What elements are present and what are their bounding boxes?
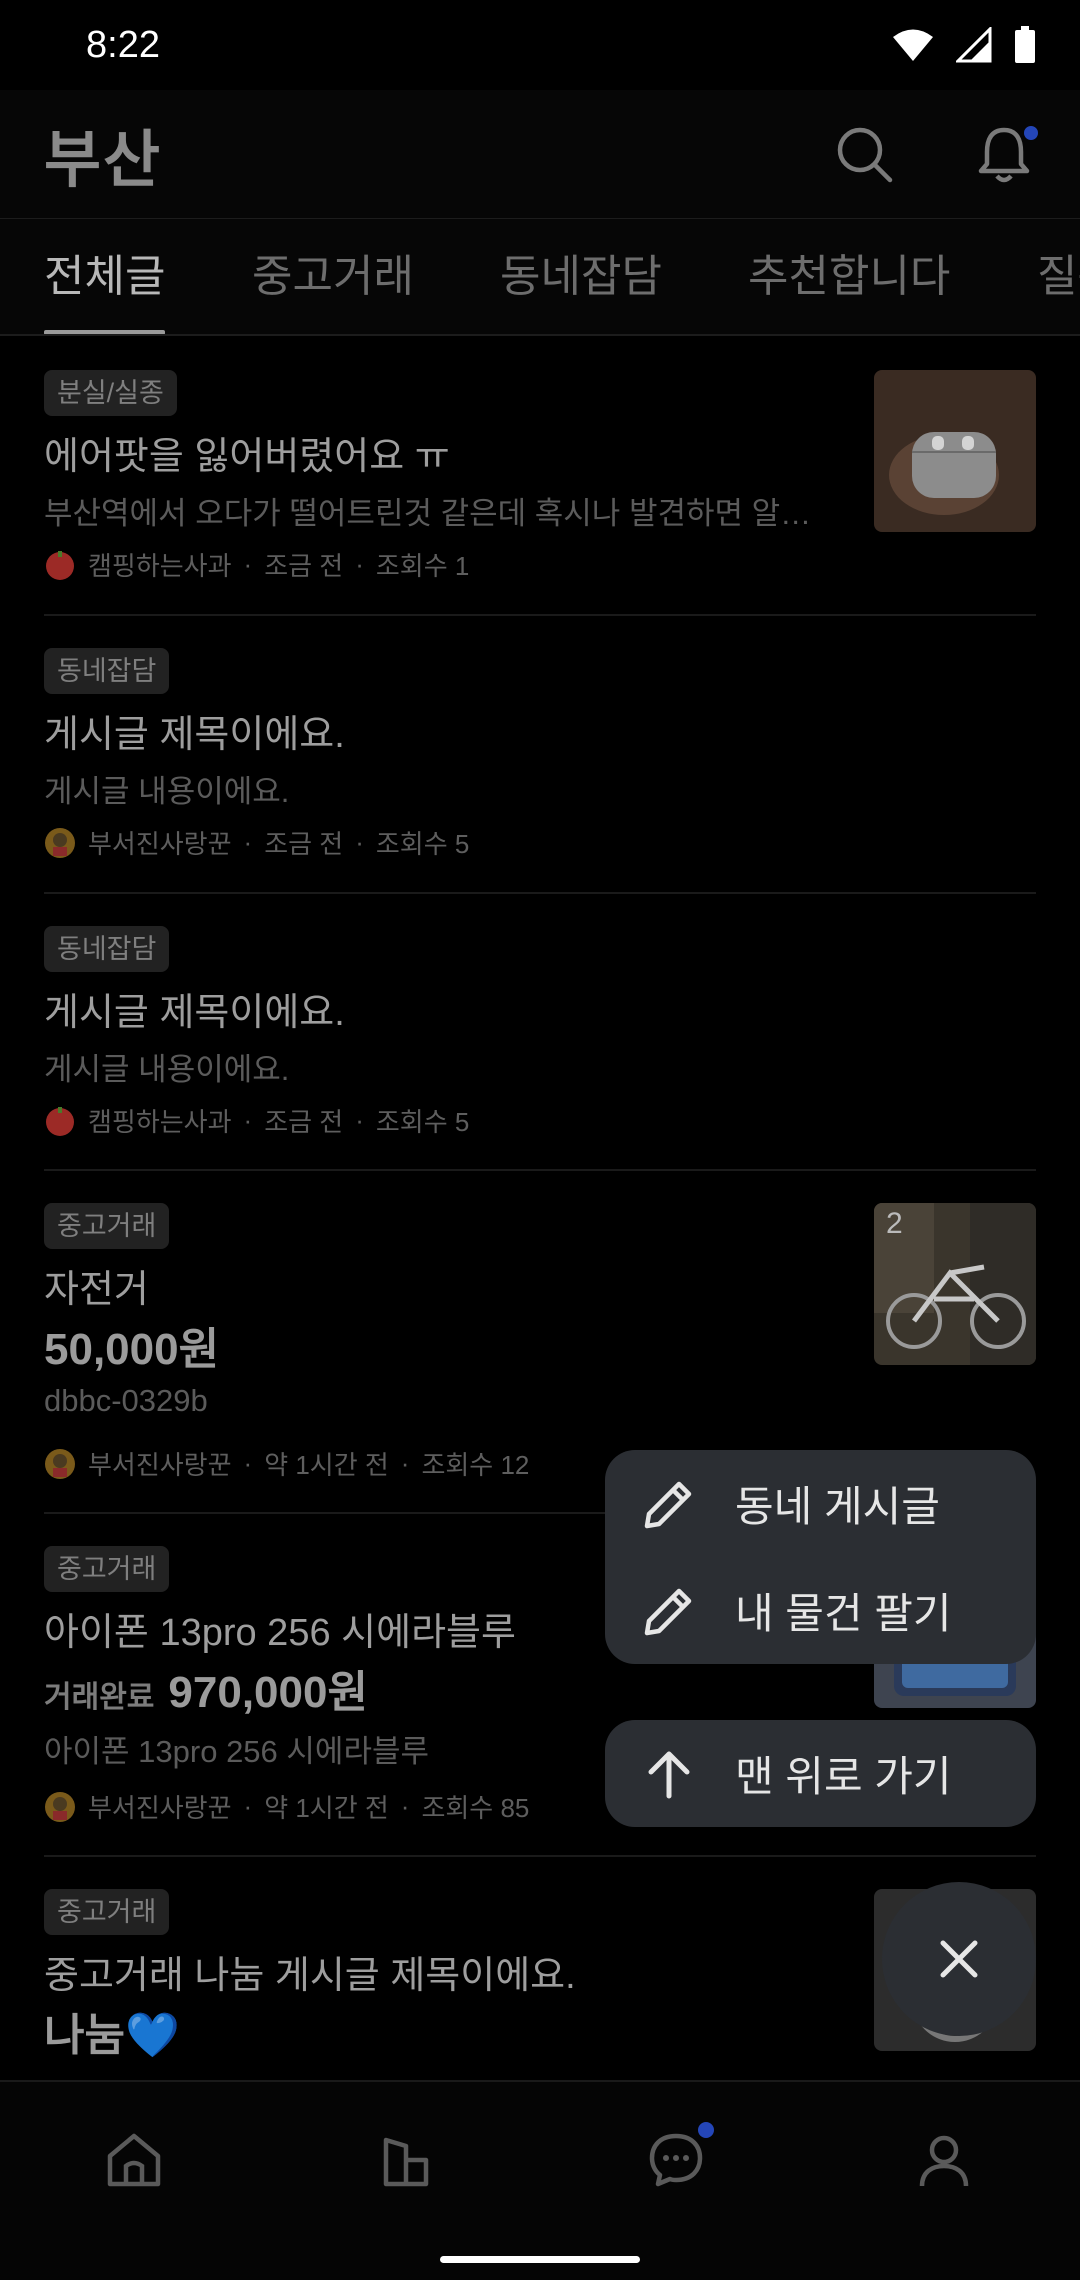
category-badge: 중고거래: [44, 1203, 170, 1249]
image-count: 2: [886, 1207, 903, 1240]
post-title: 아이폰 13pro 256 시에라블루: [44, 1612, 516, 1654]
app-header: 부산: [0, 90, 1080, 218]
tab-used-trade[interactable]: 중고거래: [252, 219, 414, 334]
search-icon: [837, 127, 893, 183]
home-icon: [107, 2133, 161, 2187]
post-body: 아이폰 13pro 256 시에라블루: [44, 1734, 430, 1769]
tab-neighborhood-chat[interactable]: 동네잡담: [500, 219, 662, 334]
view-count: 조회수 1: [375, 551, 470, 581]
category-badge: 동네잡담: [44, 648, 170, 694]
chat-icon: [649, 2133, 703, 2187]
post-price: 970,000원: [168, 1668, 368, 1717]
scroll-to-top-label: 맨 위로 가기: [735, 1753, 952, 1800]
write-neighborhood-post-button[interactable]: 동네 게시글: [605, 1450, 1036, 1557]
post-price: 나눔💙: [44, 2011, 180, 2060]
write-menu: 동네 게시글 내 물건 팔기: [605, 1450, 1036, 1664]
pencil-icon: [644, 1481, 692, 1528]
battery-icon: [1015, 26, 1035, 63]
nav-home[interactable]: [94, 2120, 174, 2200]
status-icons: [892, 26, 1036, 64]
post-time: 조금 전: [264, 551, 344, 581]
author-name: 캠핑하는사과: [88, 1107, 232, 1137]
tab-all[interactable]: 전체글: [44, 219, 166, 334]
post-title: 게시글 제목이에요.: [44, 714, 345, 756]
avatar: [46, 1106, 74, 1136]
post-body: 부산역에서 오다가 떨어트린것 같은데 혹시나 발견하면 알려주세요: [44, 496, 824, 531]
post-item[interactable]: 동네잡담 게시글 제목이에요. 게시글 내용이에요. 캠핑하는사과 · 조금 전…: [44, 894, 1036, 1171]
post-title: 게시글 제목이에요.: [44, 992, 345, 1034]
nav-town-life[interactable]: [366, 2120, 446, 2200]
menu-item-label: 동네 게시글: [735, 1483, 940, 1530]
category-badge: 동네잡담: [44, 926, 170, 972]
post-meta: 캠핑하는사과 · 조금 전 · 조회수 1: [44, 546, 469, 583]
search-button[interactable]: [832, 122, 896, 186]
view-count: 조회수 12: [421, 1450, 530, 1480]
post-meta: 부서진사랑꾼 · 조금 전 · 조회수 5: [44, 824, 469, 861]
category-tabs: 전체글 중고거래 동네잡담 추천합니다 질문: [0, 218, 1080, 336]
post-item[interactable]: 동네잡담 게시글 제목이에요. 게시글 내용이에요. 부서진사랑꾼 · 조금 전…: [44, 616, 1036, 894]
view-count: 조회수 5: [375, 1107, 470, 1137]
sell-item-button[interactable]: 내 물건 팔기: [605, 1557, 1036, 1664]
category-badge: 중고거래: [44, 1889, 170, 1935]
bottom-nav: [0, 2080, 1080, 2280]
tab-recommend[interactable]: 추천합니다: [748, 219, 950, 334]
avatar: [45, 1448, 75, 1479]
post-time: 약 1시간 전: [264, 1793, 389, 1823]
post-time: 약 1시간 전: [264, 1450, 389, 1480]
wifi-icon: [893, 29, 933, 61]
menu-item-label: 내 물건 팔기: [735, 1590, 952, 1637]
post-title: 자전거: [44, 1269, 149, 1311]
post-body: 게시글 내용이에요.: [44, 1052, 290, 1087]
author-name: 부서진사랑꾼: [88, 1450, 232, 1480]
post-meta: 캠핑하는사과 · 조금 전 · 조회수 5: [44, 1102, 469, 1139]
post-time: 조금 전: [264, 1107, 344, 1137]
nav-my-profile[interactable]: [904, 2120, 984, 2200]
author-name: 캠핑하는사과: [88, 551, 232, 581]
airpods-image: [874, 370, 1036, 532]
category-badge: 중고거래: [44, 1546, 170, 1592]
location-title[interactable]: 부산: [44, 109, 162, 199]
trade-status: 거래완료: [44, 1681, 155, 1714]
home-indicator[interactable]: [440, 2256, 640, 2263]
tab-question[interactable]: 질문: [1037, 219, 1080, 334]
buildings-icon: [383, 2137, 429, 2187]
close-fab-button[interactable]: [882, 1882, 1036, 2036]
arrow-up-icon: [648, 1751, 690, 1798]
post-price: 50,000원: [44, 1325, 220, 1374]
avatar: [45, 827, 75, 858]
notification-button[interactable]: [972, 122, 1038, 186]
post-item[interactable]: 분실/실종 에어팟을 잃어버렸어요 ㅠ 부산역에서 오다가 떨어트린것 같은데 …: [44, 338, 1036, 616]
post-title: 에어팟을 잃어버렸어요 ㅠ: [44, 436, 450, 478]
post-thumbnail: 2: [874, 1203, 1036, 1365]
nav-chat[interactable]: [636, 2120, 716, 2200]
post-meta: 부서진사랑꾼 · 약 1시간 전 · 조회수 85: [44, 1788, 529, 1825]
view-count: 조회수 85: [421, 1793, 530, 1823]
post-body: 게시글 내용이에요.: [44, 774, 290, 809]
post-time: 조금 전: [264, 829, 344, 859]
notification-badge: [1024, 126, 1038, 140]
pencil-icon: [644, 1588, 692, 1635]
signal-icon: [956, 27, 992, 63]
scroll-to-top-button[interactable]: 맨 위로 가기: [605, 1720, 1036, 1827]
author-name: 부서진사랑꾼: [88, 829, 232, 859]
avatar: [45, 1791, 75, 1822]
status-time: 8:22: [86, 23, 160, 66]
post-meta: 부서진사랑꾼 · 약 1시간 전 · 조회수 12: [44, 1445, 529, 1482]
post-body: dbbc-0329b: [44, 1383, 208, 1418]
avatar: [46, 550, 74, 580]
profile-icon: [919, 2135, 969, 2187]
bell-icon: [978, 127, 1030, 183]
close-icon: [940, 1940, 978, 1978]
category-badge: 분실/실종: [44, 370, 177, 416]
post-title: 중고거래 나눔 게시글 제목이에요.: [44, 1955, 576, 1997]
chat-notification-badge: [698, 2122, 714, 2138]
author-name: 부서진사랑꾼: [88, 1793, 232, 1823]
status-bar: 8:22: [0, 0, 1080, 90]
post-thumbnail: [874, 370, 1036, 532]
view-count: 조회수 5: [375, 829, 470, 859]
